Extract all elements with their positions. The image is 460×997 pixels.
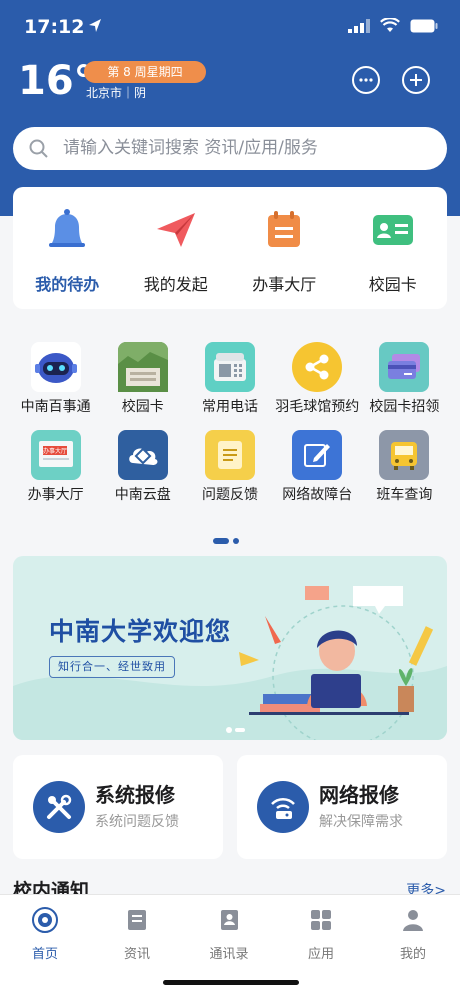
- tab-label: 应用: [307, 947, 334, 962]
- hall-icon: 办事大厅: [30, 430, 81, 480]
- telephone-icon: [205, 342, 255, 392]
- app-label: 办事大厅: [27, 487, 84, 503]
- router-icon: [257, 781, 309, 833]
- app-feedback[interactable]: 问题反馈: [186, 430, 273, 504]
- location-weather: 北京市｜阴: [86, 86, 147, 100]
- svg-text:办事大厅: 办事大厅: [43, 447, 67, 455]
- app-shuttle-bus[interactable]: 班车查询: [361, 430, 448, 504]
- cards-icon: [379, 342, 430, 392]
- week-badge: 第 8 周星期四: [84, 61, 206, 83]
- app-service-hall[interactable]: 办事大厅 办事大厅: [12, 430, 99, 504]
- repair-subtitle: 系统问题反馈: [95, 814, 179, 830]
- person-icon: [403, 910, 423, 931]
- quick-my-initiated[interactable]: 我的发起: [128, 205, 224, 295]
- app-label: 校园卡: [121, 399, 164, 415]
- banner-illustration: [13, 586, 447, 740]
- tab-label: 首页: [31, 947, 58, 962]
- app-label: 羽毛球馆预约: [275, 399, 360, 415]
- share-icon: [292, 342, 343, 392]
- quick-my-todo[interactable]: 我的待办: [19, 205, 115, 295]
- add-button[interactable]: [402, 66, 430, 94]
- bus-icon: [379, 430, 430, 480]
- tab-label: 通讯录: [209, 947, 249, 962]
- tab-apps[interactable]: 应用: [286, 907, 356, 962]
- search-input[interactable]: 请输入关键词搜索 资讯/应用/服务: [13, 127, 447, 170]
- news-icon: [128, 910, 146, 930]
- status-icons: [348, 18, 438, 33]
- banner-motto: 知行合一、经世致用: [49, 656, 175, 678]
- page-dot-active: [213, 538, 229, 544]
- app-label: 校园卡招领: [369, 399, 440, 415]
- home-emblem-icon: [32, 907, 58, 933]
- banner-title: 中南大学欢迎您: [49, 617, 232, 646]
- id-card-icon: [372, 215, 413, 245]
- wifi-icon: [380, 18, 400, 32]
- bell-icon: [49, 209, 86, 247]
- quick-campus-card[interactable]: 校园卡: [345, 205, 441, 295]
- status-time: 17:12: [24, 16, 85, 38]
- app-cloud-disk[interactable]: 中南云盘: [99, 430, 186, 504]
- message-button[interactable]: [352, 66, 380, 94]
- app-label: 中南云盘: [114, 487, 171, 503]
- app-common-phone[interactable]: 常用电话: [186, 342, 273, 416]
- repair-title: 系统报修: [95, 783, 175, 807]
- signal-icon: [348, 18, 370, 33]
- tools-icon: [33, 781, 85, 833]
- tab-profile[interactable]: 我的: [378, 907, 448, 962]
- app-label: 班车查询: [376, 487, 433, 503]
- contacts-icon: [221, 910, 238, 930]
- network-repair-card[interactable]: 网络报修 解决保障需求: [237, 755, 447, 859]
- cloud-disk-icon: [117, 430, 168, 480]
- page-indicator: [213, 538, 239, 544]
- search-placeholder: 请输入关键词搜索 资讯/应用/服务: [63, 138, 318, 158]
- tab-news[interactable]: 资讯: [102, 907, 172, 962]
- temperature: 16°: [18, 58, 94, 104]
- app-campus-card[interactable]: 校园卡: [99, 342, 186, 416]
- header-actions: [352, 66, 430, 94]
- welcome-banner[interactable]: 中南大学欢迎您 知行合一、经世致用: [13, 556, 447, 740]
- app-label: 中南百事通: [20, 399, 91, 415]
- feedback-icon: [205, 430, 255, 480]
- search-icon: [29, 139, 48, 158]
- tab-home[interactable]: 首页: [10, 907, 80, 962]
- app-label: 问题反馈: [202, 487, 258, 503]
- paper-plane-icon: [156, 213, 195, 247]
- repair-subtitle: 解决保障需求: [319, 814, 403, 830]
- battery-icon: [410, 19, 438, 32]
- app-zhongnan-baishitong[interactable]: 中南百事通: [12, 342, 99, 416]
- system-repair-card[interactable]: 系统报修 系统问题反馈: [13, 755, 223, 859]
- location-arrow-icon: [89, 19, 101, 32]
- apps-grid-icon: [311, 910, 331, 930]
- message-icon: [359, 78, 373, 82]
- app-network-fault[interactable]: 网络故障台: [274, 430, 361, 504]
- calendar-icon: [268, 211, 301, 247]
- home-indicator: [163, 980, 299, 985]
- robot-icon: [30, 342, 81, 392]
- quick-label: 我的发起: [143, 275, 208, 294]
- quick-label: 我的待办: [35, 275, 100, 294]
- app-card-lost-found[interactable]: 校园卡招领: [361, 342, 448, 416]
- tab-contacts[interactable]: 通讯录: [194, 907, 264, 962]
- tab-label: 我的: [399, 947, 426, 962]
- app-label: 网络故障台: [282, 487, 353, 503]
- status-bar: 17:12: [0, 0, 460, 50]
- edit-icon: [292, 430, 343, 480]
- app-badminton-booking[interactable]: 羽毛球馆预约: [274, 342, 361, 416]
- quick-actions-card: 我的待办 我的发起 办事大厅 校园卡: [13, 187, 447, 309]
- quick-label: 办事大厅: [252, 275, 317, 294]
- tab-label: 资讯: [123, 947, 150, 962]
- app-grid: 中南百事通 校园卡 常用电话 羽毛球馆预约 校园卡招领 办事大厅 办事大厅 中南…: [0, 342, 460, 518]
- page-dot: [233, 538, 239, 544]
- campus-photo-icon: [117, 342, 168, 392]
- plus-icon: [410, 74, 422, 86]
- quick-label: 校园卡: [368, 275, 417, 294]
- app-label: 常用电话: [202, 399, 258, 415]
- repair-title: 网络报修: [319, 783, 399, 807]
- quick-service-hall[interactable]: 办事大厅: [236, 205, 332, 295]
